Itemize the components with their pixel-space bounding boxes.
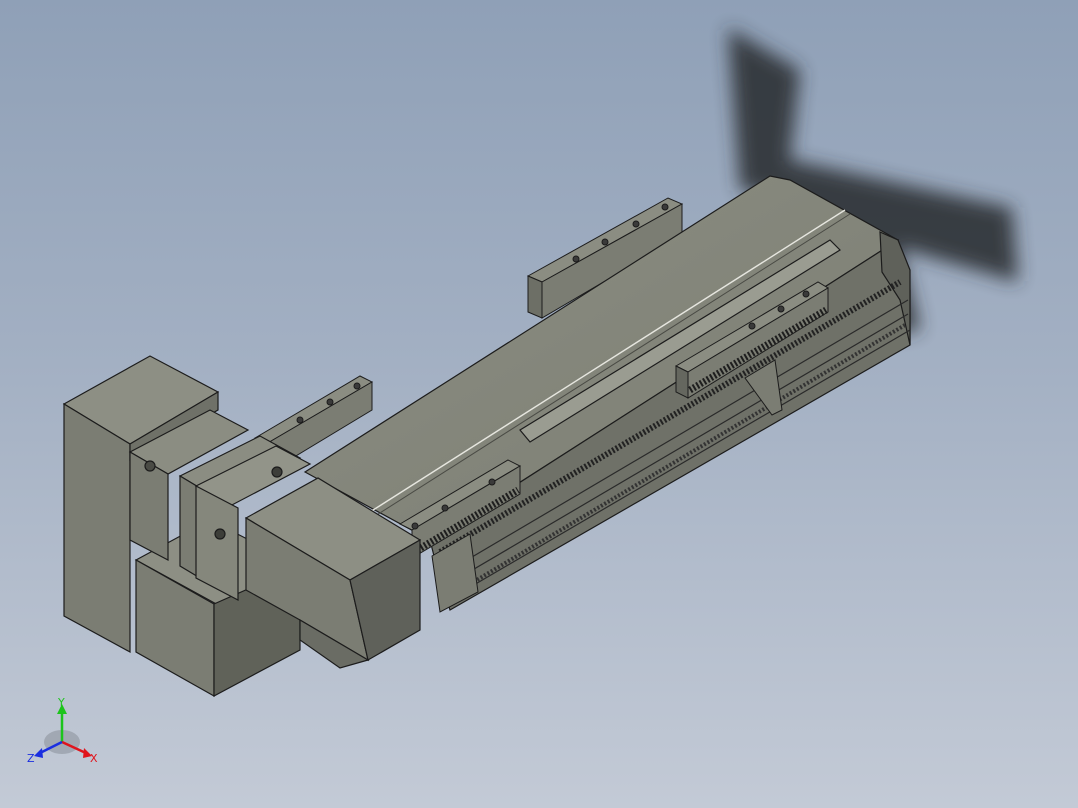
orientation-triad: Y X Z — [27, 696, 98, 765]
model-view[interactable] — [0, 0, 1078, 808]
graphics-viewport[interactable]: Y X Z — [0, 0, 1078, 808]
x-axis-label: X — [90, 752, 98, 765]
y-axis-label: Y — [57, 696, 65, 709]
z-axis-label: Z — [27, 752, 35, 765]
